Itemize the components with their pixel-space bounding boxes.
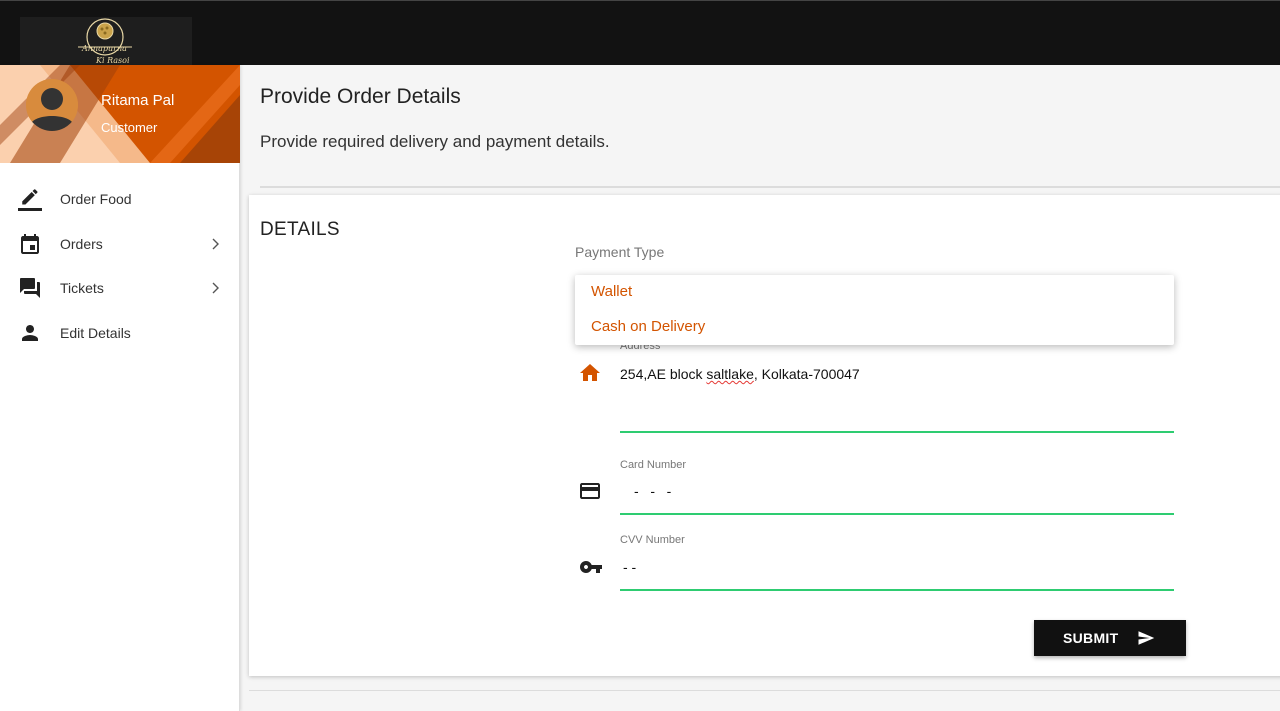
profile-role: Customer [101, 120, 158, 135]
payment-option-wallet[interactable]: Wallet [591, 283, 632, 300]
page-subtitle: Provide required delivery and payment de… [260, 132, 610, 151]
logo-text-line1: Annapurna [82, 44, 127, 53]
sidebar-item-label: Tickets [60, 280, 104, 297]
address-input[interactable]: 254,AE block saltlake, Kolkata-700047 [620, 366, 860, 382]
pencil-icon [18, 189, 42, 212]
logo[interactable]: Annapurna Ki Rasoi [20, 17, 192, 66]
avatar[interactable] [26, 79, 78, 131]
sidebar-item-tickets[interactable]: Tickets [0, 266, 240, 311]
sidebar-item-label: Edit Details [60, 324, 131, 341]
divider [249, 690, 1280, 691]
cvv-underline [620, 589, 1174, 591]
cvv-input[interactable]: - - [623, 559, 636, 575]
person-icon [22, 324, 38, 341]
card-number-input[interactable]: - - - [634, 483, 671, 499]
cvv-label: CVV Number [620, 534, 685, 546]
page-title: Provide Order Details [260, 85, 461, 108]
credit-card-icon [580, 483, 600, 499]
details-title: DETAILS [260, 219, 340, 240]
avatar-person-icon [26, 79, 78, 131]
sidebar-item-label: Order Food [60, 191, 132, 208]
send-icon [1138, 631, 1155, 645]
profile-header: Ritama Pal Customer [0, 65, 240, 163]
card-number-underline [620, 513, 1174, 515]
address-underline [620, 431, 1174, 433]
payment-type-label: Payment Type [575, 244, 665, 260]
key-icon [580, 561, 602, 573]
top-app-bar: Annapurna Ki Rasoi [0, 0, 1280, 66]
forum-icon [20, 278, 40, 299]
payment-option-cash-on-delivery[interactable]: Cash on Delivery [591, 318, 705, 335]
logo-text-line2: Ki Rasoi [96, 56, 130, 65]
sidebar-item-edit-details[interactable]: Edit Details [0, 311, 240, 356]
submit-label: SUBMIT [1063, 630, 1119, 646]
card-number-label: Card Number [620, 459, 687, 471]
chevron-right-icon [212, 282, 219, 294]
submit-button[interactable]: SUBMIT [1034, 620, 1186, 656]
details-card: DETAILS Payment Type Address 254,AE bloc… [249, 195, 1280, 676]
home-icon [580, 364, 600, 381]
payment-type-dropdown-menu: Wallet Cash on Delivery [575, 275, 1174, 345]
sidebar-item-label: Orders [60, 235, 103, 252]
calendar-icon [21, 233, 39, 254]
divider [260, 186, 1280, 188]
sidebar: Ritama Pal Customer Order Food Orders Ti… [0, 65, 240, 711]
sidebar-item-orders[interactable]: Orders [0, 222, 240, 267]
sidebar-item-order-food[interactable]: Order Food [0, 177, 240, 222]
sidebar-nav: Order Food Orders Tickets Edit Details [0, 177, 240, 355]
chevron-right-icon [212, 238, 219, 250]
profile-name: Ritama Pal [101, 92, 175, 109]
